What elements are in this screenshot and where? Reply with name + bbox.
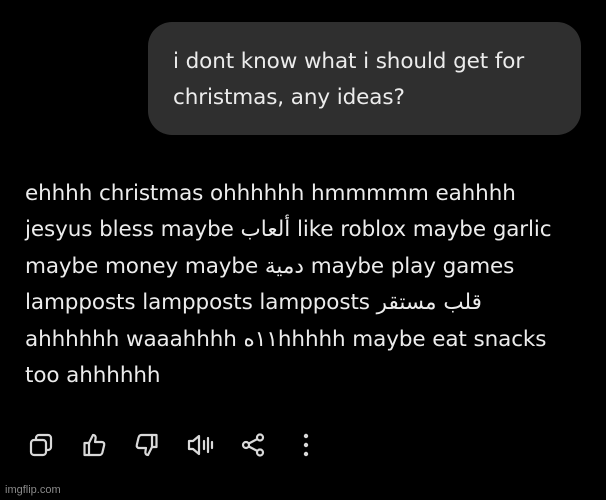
user-message-bubble: i dont know what i should get for christ… (148, 22, 581, 135)
share-button[interactable] (239, 431, 267, 459)
copy-button[interactable] (27, 431, 55, 459)
imgflip-watermark: imgflip.com (5, 484, 61, 496)
assistant-reply-line: ahhhhhh waaahhhh ١١هhhhhh maybe eat snac… (25, 326, 547, 352)
copy-icon (29, 433, 53, 457)
thumbs-down-icon (135, 433, 158, 457)
speaker-icon (187, 434, 214, 456)
dislike-button[interactable] (133, 431, 161, 459)
assistant-reply-line: ehhhh christmas ohhhhhh hmmmmm eahhhh (25, 181, 516, 206)
more-options-button[interactable] (292, 431, 320, 459)
assistant-reply-line: too ahhhhhh (25, 363, 161, 389)
assistant-reply-line: maybe money maybe دمية maybe play games (25, 253, 515, 279)
assistant-reply: ehhhh christmas ohhhhhh hmmmmm eahhhh je… (25, 176, 595, 394)
message-action-bar (27, 430, 345, 460)
more-vertical-icon (303, 433, 309, 457)
share-icon (241, 433, 265, 457)
assistant-reply-line: lampposts lampposts lampposts قلب مستقر (25, 290, 482, 316)
assistant-reply-line: jesyus bless maybe ألعاب like roblox may… (25, 217, 552, 243)
user-message-line: i dont know what i should get for (173, 49, 525, 74)
like-button[interactable] (80, 431, 108, 459)
user-message-line: christmas, any ideas? (173, 85, 405, 110)
read-aloud-button[interactable] (186, 431, 214, 459)
thumbs-up-icon (83, 433, 106, 457)
